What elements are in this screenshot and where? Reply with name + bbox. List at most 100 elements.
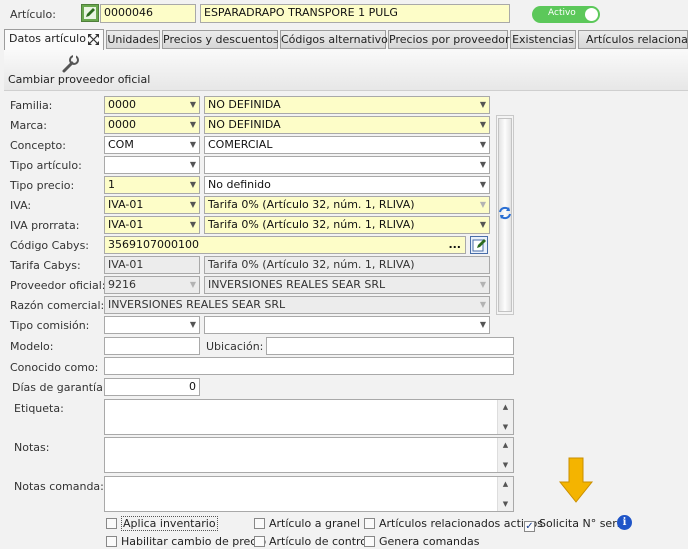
tab-precios-descuentos[interactable]: Precios y descuentos	[162, 30, 279, 49]
familia-code-select[interactable]: 0000 ▼	[104, 96, 200, 114]
edit-cabys-icon[interactable]	[470, 236, 488, 254]
conocido-como-field[interactable]	[104, 357, 514, 375]
modelo-label: Modelo:	[10, 340, 54, 353]
articulos-relacionados-checkbox[interactable]: Artículos relacionados activos	[364, 517, 543, 531]
scroll-down-icon[interactable]: ▼	[498, 458, 513, 472]
codigo-cabys-value: 3569107000100	[108, 238, 199, 251]
checkbox-label: Artículo a granel	[269, 517, 360, 530]
razon-comercial-field: INVERSIONES REALES SEAR SRL ▼	[104, 296, 490, 314]
refresh-icon[interactable]	[498, 206, 512, 220]
iva-prorrata-select[interactable]: Tarifa 0% (Artículo 32, núm. 1, RLIVA) ▼	[204, 216, 490, 234]
proveedor-code-value: 9216	[108, 278, 136, 291]
scroll-up-icon[interactable]: ▲	[498, 438, 513, 452]
checkbox-label: Habilitar cambio de precio	[121, 535, 267, 548]
tab-datos-articulo[interactable]: Datos artículo	[4, 29, 104, 50]
chevron-down-icon: ▼	[189, 320, 196, 329]
notas-textarea[interactable]: ▲ ▼	[104, 437, 514, 473]
change-provider-label: Cambiar proveedor oficial	[8, 73, 151, 86]
tab-unidades[interactable]: Unidades	[106, 30, 160, 49]
iva-select[interactable]: Tarifa 0% (Artículo 32, núm. 1, RLIVA) ▼	[204, 196, 490, 214]
marca-code-select[interactable]: 0000 ▼	[104, 116, 200, 134]
tipo-precio-code-value: 1	[108, 178, 115, 191]
expand-icon[interactable]	[87, 33, 100, 51]
aplica-inventario-checkbox[interactable]: Aplica inventario	[106, 516, 218, 531]
tipo-comision-select[interactable]: ▼	[204, 316, 490, 334]
tipo-precio-code-select[interactable]: 1 ▼	[104, 176, 200, 194]
info-icon[interactable]: i	[617, 515, 632, 530]
chevron-down-icon: ▼	[479, 280, 486, 289]
checkbox-box	[106, 518, 117, 529]
chevron-down-icon: ▼	[479, 180, 486, 189]
tipo-comision-label: Tipo comisión:	[10, 319, 90, 332]
checkbox-label: Artículos relacionados activos	[379, 517, 543, 530]
cabys-search-button[interactable]: ...	[448, 237, 461, 253]
chevron-down-icon: ▼	[189, 100, 196, 109]
active-toggle[interactable]: Activo	[532, 6, 600, 23]
change-provider-button[interactable]: Cambiar proveedor oficial	[4, 51, 150, 89]
habilitar-cambio-precio-checkbox[interactable]: Habilitar cambio de precio	[106, 535, 266, 549]
article-description-field[interactable]: ESPARADRAPO TRANSPORE 1 PULG	[200, 4, 510, 23]
articulo-granel-checkbox[interactable]: Artículo a granel	[254, 517, 360, 531]
concepto-code-select[interactable]: COM ▼	[104, 136, 200, 154]
chevron-down-icon: ▼	[189, 200, 196, 209]
scroll-up-icon[interactable]: ▲	[498, 477, 513, 491]
iva-label: IVA:	[10, 199, 32, 212]
chevron-down-icon: ▼	[479, 220, 486, 229]
iva-prorrata-code-select[interactable]: IVA-01 ▼	[104, 216, 200, 234]
proveedor-value: INVERSIONES REALES SEAR SRL	[208, 278, 386, 291]
chevron-down-icon: ▼	[479, 100, 486, 109]
iva-prorrata-label: IVA prorrata:	[10, 219, 80, 232]
chevron-down-icon: ▼	[479, 200, 486, 209]
edit-article-icon[interactable]	[81, 4, 99, 22]
checkbox-label: Artículo de control	[269, 535, 371, 548]
articulo-control-checkbox[interactable]: Artículo de control	[254, 535, 370, 549]
tarifa-cabys-code-field: IVA-01	[104, 256, 200, 274]
checkbox-label: Aplica inventario	[121, 516, 218, 531]
arrow-down-icon	[558, 456, 594, 504]
tipo-articulo-code-select[interactable]: ▼	[104, 156, 200, 174]
marca-value: NO DEFINIDA	[208, 118, 281, 131]
chevron-down-icon: ▼	[479, 300, 486, 309]
iva-prorrata-code-value: IVA-01	[108, 218, 144, 231]
tipo-articulo-select[interactable]: ▼	[204, 156, 490, 174]
concepto-code-value: COM	[108, 138, 134, 151]
concepto-select[interactable]: COMERCIAL ▼	[204, 136, 490, 154]
etiqueta-label: Etiqueta:	[14, 402, 64, 415]
iva-code-select[interactable]: IVA-01 ▼	[104, 196, 200, 214]
dias-garantia-field[interactable]: 0	[104, 378, 200, 396]
genera-comandas-checkbox[interactable]: Genera comandas	[364, 535, 479, 549]
ubicacion-label: Ubicación:	[206, 340, 264, 353]
solicita-serie-checkbox[interactable]: ✓ Solicita N° serie	[524, 517, 627, 532]
tab-articulos-relacionados[interactable]: Artículos relacionados	[578, 30, 688, 49]
tab-codigos-alternativos[interactable]: Códigos alternativos	[280, 30, 394, 49]
marca-select[interactable]: NO DEFINIDA ▼	[204, 116, 490, 134]
proveedor-oficial-label: Proveedor oficial:	[10, 279, 106, 292]
ubicacion-field[interactable]	[266, 337, 514, 355]
chevron-down-icon: ▼	[189, 120, 196, 129]
etiqueta-textarea[interactable]: ▲ ▼	[104, 399, 514, 435]
tipo-precio-value: No definido	[208, 178, 271, 191]
scroll-up-icon[interactable]: ▲	[498, 400, 513, 414]
notas-comanda-textarea[interactable]: ▲ ▼	[104, 476, 514, 512]
checkbox-box	[364, 536, 375, 547]
familia-select[interactable]: NO DEFINIDA ▼	[204, 96, 490, 114]
scroll-down-icon[interactable]: ▼	[498, 420, 513, 434]
razon-comercial-label: Razón comercial:	[10, 299, 105, 312]
modelo-field[interactable]	[104, 337, 200, 355]
iva-value: Tarifa 0% (Artículo 32, núm. 1, RLIVA)	[208, 198, 415, 211]
etiqueta-scrollbar[interactable]: ▲ ▼	[497, 400, 513, 434]
checkbox-box	[254, 518, 265, 529]
tab-precios-proveedor[interactable]: Precios por proveedor	[388, 30, 510, 49]
dias-garantia-label: Días de garantía:	[12, 381, 107, 394]
codigo-cabys-field[interactable]: 3569107000100 ...	[104, 236, 466, 254]
scroll-down-icon[interactable]: ▼	[498, 497, 513, 511]
tarifa-cabys-label: Tarifa Cabys:	[10, 259, 81, 272]
tipo-precio-select[interactable]: No definido ▼	[204, 176, 490, 194]
notas-scrollbar[interactable]: ▲ ▼	[497, 438, 513, 472]
tipo-comision-code-select[interactable]: ▼	[104, 316, 200, 334]
tab-existencias[interactable]: Existencias	[510, 30, 576, 49]
toggle-knob	[585, 8, 598, 21]
notas-comanda-scrollbar[interactable]: ▲ ▼	[497, 477, 513, 511]
article-code-field[interactable]: 0000046	[100, 4, 196, 23]
checkbox-box	[364, 518, 375, 529]
